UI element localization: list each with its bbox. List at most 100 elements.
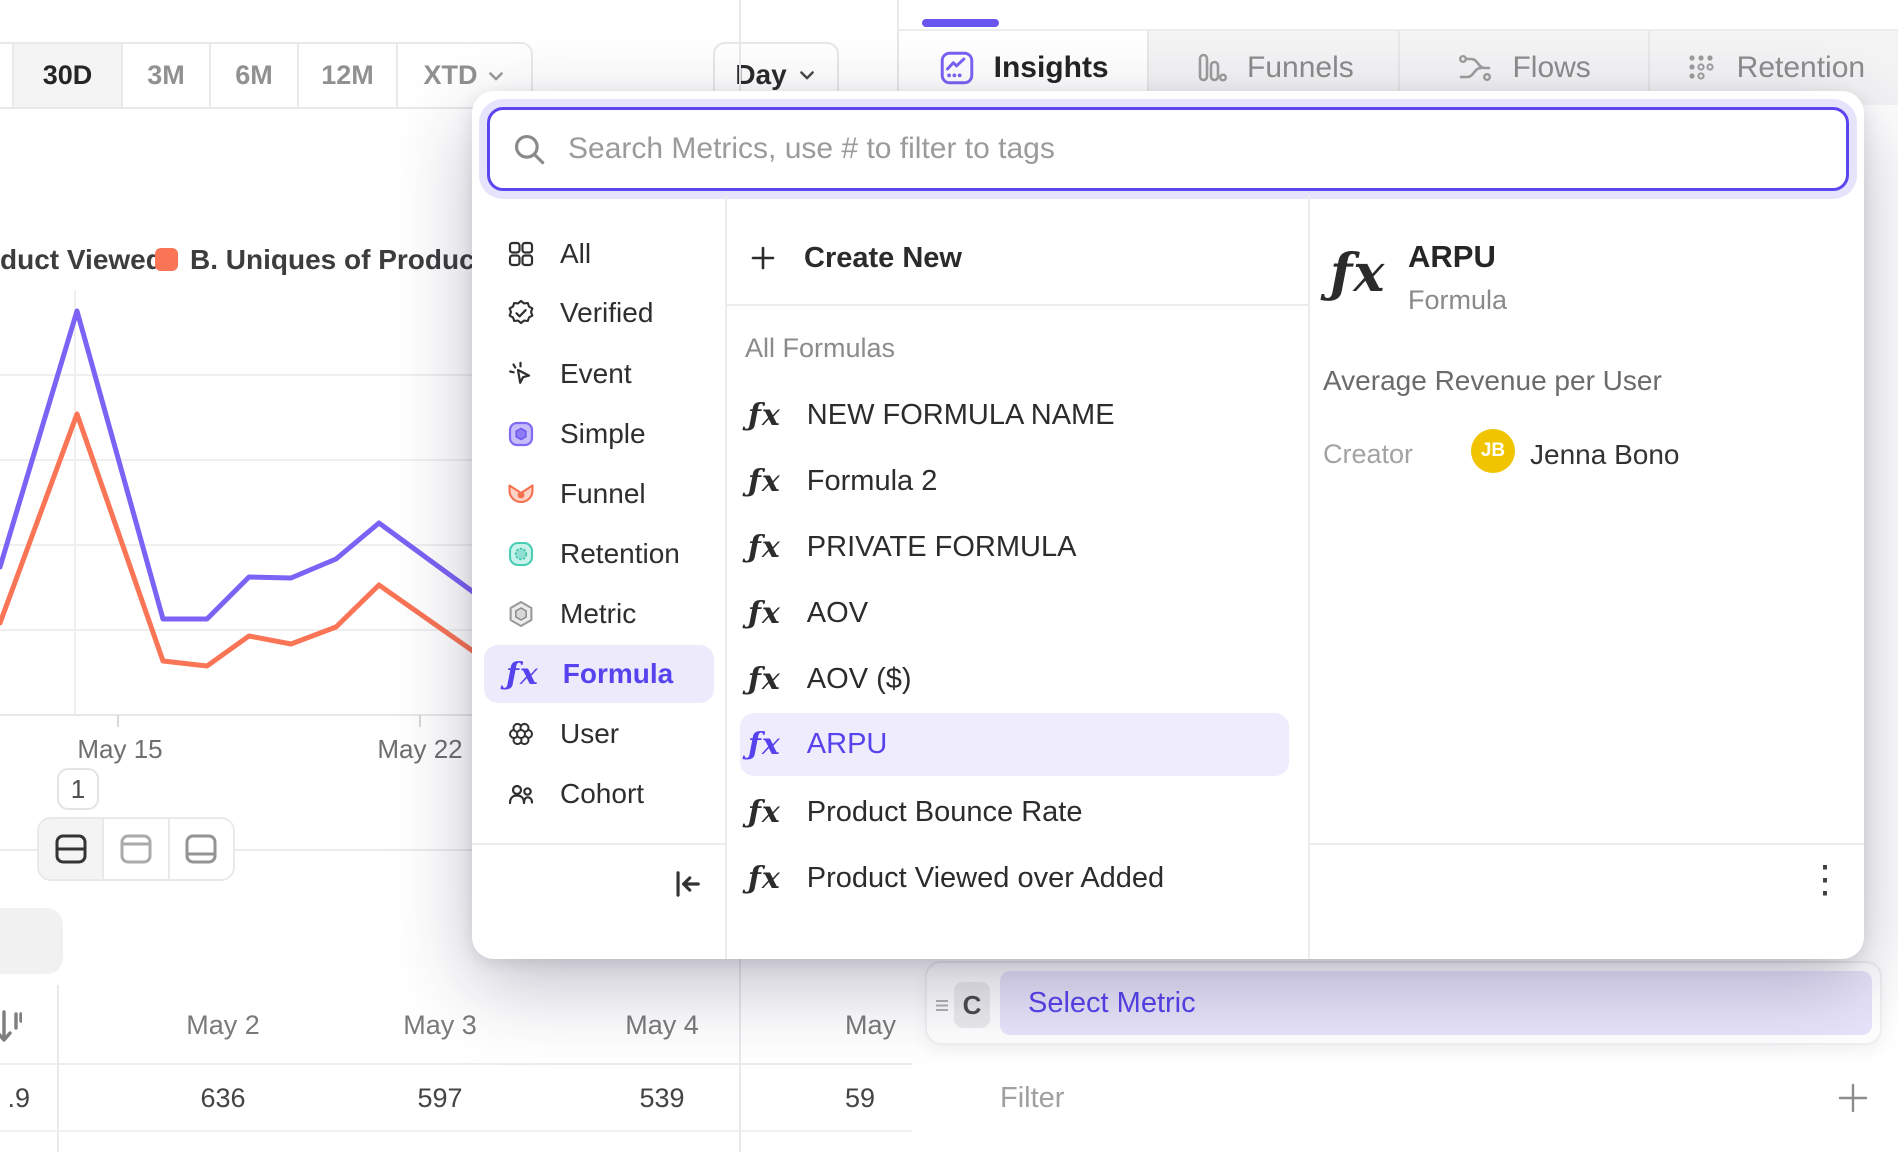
formula-list-item[interactable]: ƒx NEW FORMULA NAME [740, 385, 1289, 445]
legend-series-a-label[interactable]: duct Viewed [0, 244, 163, 276]
formula-item-label: Product Viewed over Added [807, 862, 1164, 895]
collapse-sidebar-icon[interactable] [668, 865, 706, 903]
cohort-people-icon [506, 779, 536, 809]
formula-item-label: AOV ($) [807, 663, 912, 696]
formula-list-item[interactable]: ƒx Product Viewed over Added [740, 848, 1289, 908]
sidebar-item-formula[interactable]: ƒx Formula [484, 645, 714, 703]
range-button-cropped[interactable] [0, 44, 14, 107]
app-screen: 30D 3M 6M 12M XTD Day duct Viewed B. Uni… [0, 0, 1898, 1152]
plus-icon [748, 243, 778, 273]
sidebar-item-verified[interactable]: Verified [484, 284, 714, 342]
layout-toggle-group [37, 817, 235, 881]
sidebar-item-funnel[interactable]: Funnel [484, 465, 714, 523]
kebab-menu-icon[interactable]: ⋮ [1800, 857, 1850, 902]
metric-hexagon-icon [506, 599, 536, 629]
creator-name: Jenna Bono [1530, 439, 1679, 471]
table-cell: 539 [572, 1083, 752, 1115]
drag-handle-icon[interactable] [933, 995, 953, 1015]
table-cell: 636 [133, 1083, 313, 1115]
formula-fx-icon: ƒx [748, 464, 781, 499]
table-header-may2[interactable]: May 2 [133, 1010, 313, 1042]
user-cluster-icon [506, 719, 536, 749]
active-tab-indicator [922, 19, 999, 27]
table-header-may3[interactable]: May 3 [350, 1010, 530, 1042]
sidebar-item-label: Metric [560, 598, 636, 630]
chevron-down-icon [486, 66, 506, 86]
layout-split-icon [52, 832, 90, 866]
detail-title: ARPU [1408, 239, 1496, 275]
sidebar-item-label: User [560, 718, 619, 750]
table-cell-cropped-left: .9 [0, 1083, 30, 1115]
simple-metric-icon [506, 419, 536, 449]
sidebar-item-label: Cohort [560, 778, 644, 810]
layout-top-button[interactable] [104, 819, 169, 879]
tab-flows-label: Flows [1512, 51, 1590, 85]
formula-fx-icon: ƒx [748, 861, 781, 896]
sort-icon[interactable] [0, 1006, 22, 1050]
create-new-button[interactable]: Create New [740, 229, 1280, 287]
pagination-page-button[interactable]: 1 [57, 768, 99, 810]
formula-list-item[interactable]: ƒx AOV ($) [740, 649, 1289, 709]
formula-fx-icon: ƒx [748, 795, 781, 830]
formula-fx-icon-large: ƒx [1330, 243, 1385, 304]
metric-clause-row: C Select Metric [925, 961, 1882, 1045]
verified-badge-icon [506, 298, 536, 328]
sidebar-item-simple[interactable]: Simple [484, 405, 714, 463]
sidebar-item-label: Formula [563, 658, 673, 690]
sidebar-item-cohort[interactable]: Cohort [484, 765, 714, 823]
formula-list-item[interactable]: ƒx Formula 2 [740, 451, 1289, 511]
tab-funnels-label: Funnels [1247, 51, 1354, 85]
formula-list-item-selected[interactable]: ƒx ARPU [740, 713, 1289, 776]
sidebar-item-user[interactable]: User [484, 705, 714, 763]
formula-list-item[interactable]: ƒx PRIVATE FORMULA [740, 517, 1289, 577]
range-button-3m[interactable]: 3M [123, 44, 211, 107]
layout-split-button[interactable] [39, 819, 104, 879]
detail-type-label: Formula [1408, 285, 1507, 316]
search-input[interactable] [487, 107, 1849, 191]
funnels-icon [1193, 50, 1229, 86]
range-xtd-label: XTD [424, 60, 478, 91]
formula-item-label: ARPU [807, 728, 888, 761]
table-header-cropped[interactable]: May [845, 1010, 912, 1042]
table-cell-cropped-right: 59 [845, 1083, 912, 1115]
add-filter-icon[interactable] [1836, 1081, 1870, 1115]
layout-bottom-button[interactable] [170, 819, 233, 879]
chevron-down-icon [797, 65, 817, 85]
x-axis-tick-may22: May 22 [350, 734, 490, 765]
chart-series-a-line [0, 311, 480, 619]
grid-all-icon [506, 239, 536, 269]
x-axis-tick-may15: May 15 [50, 734, 190, 765]
sidebar-item-all[interactable]: All [484, 225, 714, 283]
sidebar-item-label: Retention [560, 538, 680, 570]
search-icon [511, 131, 549, 169]
funnel-metric-icon [506, 479, 536, 509]
retention-icon [1683, 50, 1719, 86]
range-button-6m[interactable]: 6M [211, 44, 299, 107]
formula-fx-icon: ƒx [748, 727, 781, 762]
formula-fx-icon: ƒx [748, 596, 781, 631]
sidebar-item-label: Verified [560, 297, 653, 329]
layout-bottom-icon [182, 832, 220, 866]
tab-retention-label: Retention [1737, 51, 1865, 85]
range-button-30d[interactable]: 30D [14, 44, 123, 107]
formula-fx-icon: ƒx [506, 657, 539, 692]
select-metric-button[interactable]: Select Metric [1000, 971, 1872, 1035]
search-field-wrap [487, 107, 1849, 191]
formula-item-label: Product Bounce Rate [807, 796, 1083, 829]
creator-label: Creator [1323, 439, 1413, 470]
formula-item-label: Formula 2 [807, 465, 938, 498]
formula-list-item[interactable]: ƒx AOV [740, 583, 1289, 643]
avatar: JB [1471, 429, 1515, 473]
table-header-may4[interactable]: May 4 [572, 1010, 752, 1042]
retention-metric-icon [506, 539, 536, 569]
clause-letter-badge: C [954, 982, 990, 1028]
sidebar-item-event[interactable]: Event [484, 345, 714, 403]
tab-insights-label: Insights [994, 51, 1109, 85]
sidebar-item-retention[interactable]: Retention [484, 525, 714, 583]
range-button-12m[interactable]: 12M [299, 44, 398, 107]
formula-list-item[interactable]: ƒx Product Bounce Rate [740, 782, 1289, 842]
flows-icon [1456, 49, 1494, 87]
formula-fx-icon: ƒx [748, 662, 781, 697]
cropped-series-pill [0, 908, 63, 974]
sidebar-item-metric[interactable]: Metric [484, 585, 714, 643]
